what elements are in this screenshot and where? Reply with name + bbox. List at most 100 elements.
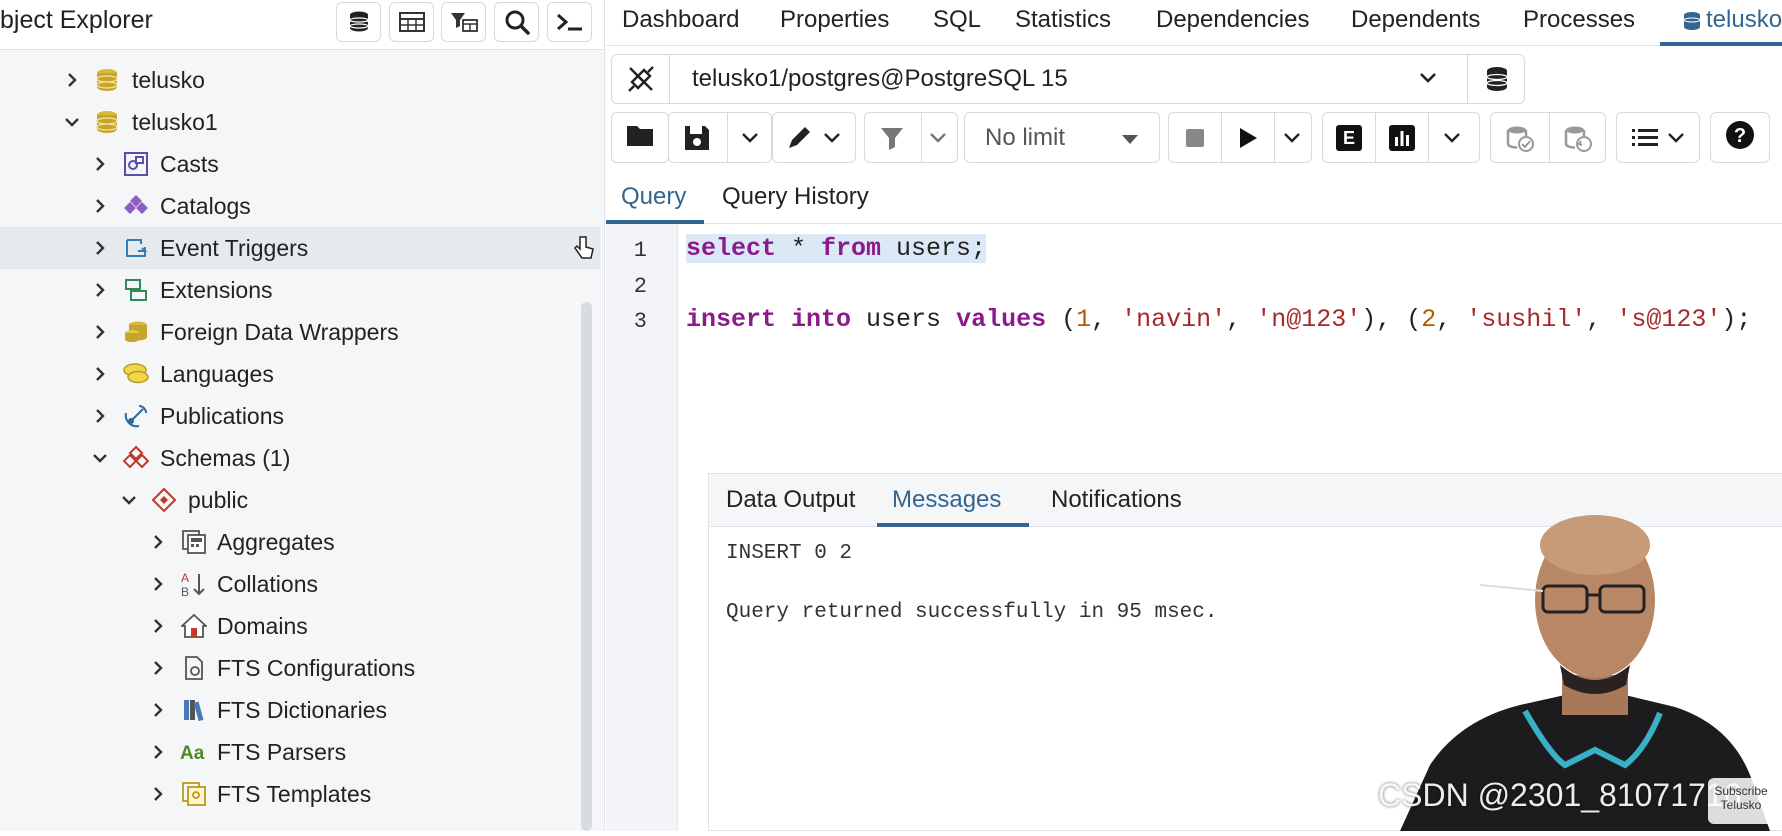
collations-icon: AB [180,570,208,598]
tree-node-casts[interactable]: Casts [0,143,600,185]
tab-sql[interactable]: SQL [933,0,981,44]
chevron-down-icon[interactable] [1667,131,1685,149]
chevron-right-icon[interactable] [64,72,80,88]
row-limit-select[interactable]: No limit [964,112,1160,163]
chevron-right-icon[interactable] [150,618,166,634]
tree-node-public[interactable]: public [0,479,600,521]
chevron-down-icon[interactable] [823,131,841,149]
tab-messages-underline [877,523,1029,527]
chevron-down-icon[interactable] [121,492,137,508]
database-icon[interactable] [336,2,381,42]
help-button[interactable]: ? [1710,112,1770,163]
tree-node-aggregates[interactable]: Aggregates [0,521,600,563]
rollback-icon[interactable] [1549,113,1607,162]
line-number: 2 [633,274,647,299]
subscribe-badge[interactable]: Subscribe Telusko [1708,778,1774,824]
table-icon[interactable] [389,2,434,42]
tree-label: Publications [160,402,285,429]
tree-node-languages[interactable]: Languages [0,353,600,395]
tree-node-extensions[interactable]: Extensions [0,269,600,311]
tab-query[interactable]: Query [621,174,686,220]
macros-button[interactable] [1616,112,1700,163]
chevron-right-icon[interactable] [92,240,108,256]
tab-statistics[interactable]: Statistics [1015,0,1111,44]
stop-icon[interactable] [1169,113,1221,162]
sql-text: ), ( [1361,305,1422,334]
chevron-right-icon[interactable] [92,324,108,340]
tab-processes[interactable]: Processes [1523,0,1635,44]
open-file-button[interactable] [611,112,669,163]
tree-node-telusko1[interactable]: telusko1 [0,101,600,143]
chevron-right-icon[interactable] [150,744,166,760]
object-explorer-header: bject Explorer [0,0,604,50]
explain-icon[interactable]: E [1323,113,1375,162]
chevron-right-icon[interactable] [92,408,108,424]
chevron-right-icon[interactable] [150,576,166,592]
publications-icon [122,402,150,430]
commit-icon[interactable] [1491,113,1549,162]
chevron-right-icon[interactable] [92,156,108,172]
explain-label: E [1336,124,1362,151]
search-icon[interactable] [494,2,539,42]
terminal-icon[interactable] [547,2,592,42]
connection-selector[interactable]: telusko1/postgres@PostgreSQL 15 [611,54,1525,104]
tree-label: Foreign Data Wrappers [160,318,399,345]
tab-query-tool[interactable]: telusko [1660,0,1782,46]
filter-button[interactable] [864,112,958,163]
chevron-right-icon[interactable] [92,366,108,382]
chevron-right-icon[interactable] [92,282,108,298]
tree-label: Event Triggers [160,234,309,261]
edit-button[interactable] [772,112,856,163]
chevron-right-icon[interactable] [150,702,166,718]
chevron-down-icon[interactable] [1443,131,1461,149]
save-file-button[interactable] [668,112,772,163]
chevron-down-icon[interactable] [741,131,759,149]
database-icon [1682,10,1702,37]
tree-scrollbar[interactable] [581,302,592,831]
message-line: Query returned successfully in 95 msec. [726,601,1218,624]
chevron-down-icon[interactable] [1283,131,1301,149]
chevron-right-icon[interactable] [150,660,166,676]
tree-label: Catalogs [160,192,251,219]
tab-notifications[interactable]: Notifications [1051,474,1182,527]
tab-query-history[interactable]: Query History [722,174,869,220]
play-icon[interactable] [1222,113,1274,162]
chevron-right-icon[interactable] [150,786,166,802]
tree-node-event-triggers[interactable]: Event Triggers [0,227,600,269]
chevron-down-icon[interactable] [929,131,947,149]
schemas-icon [122,444,150,472]
tab-messages[interactable]: Messages [892,474,1001,527]
chevron-down-icon[interactable] [64,114,80,130]
tree-node-catalogs[interactable]: Catalogs [0,185,600,227]
tree-node-fts-parsers[interactable]: Aa FTS Parsers [0,731,600,773]
tree-node-collations[interactable]: AB Collations [0,563,600,605]
tree-node-fts-configurations[interactable]: FTS Configurations [0,647,600,689]
explain-analyze-icon[interactable] [1376,113,1428,162]
tree-node-publications[interactable]: Publications [0,395,600,437]
tab-properties[interactable]: Properties [780,0,889,44]
tab-dependents[interactable]: Dependents [1351,0,1480,44]
chevron-down-icon[interactable] [92,450,108,466]
chevron-right-icon[interactable] [92,198,108,214]
filter-table-icon[interactable] [441,2,486,42]
query-tabs: Query Query History [606,174,1782,224]
svg-text:B: B [181,585,189,598]
sql-text: , [1091,305,1122,334]
fts-parsers-icon: Aa [180,738,208,766]
tree-node-domains[interactable]: Domains [0,605,600,647]
event-triggers-icon [122,234,150,262]
sql-text: users [851,305,957,334]
filter-icon [879,125,905,156]
tab-dashboard[interactable]: Dashboard [622,0,739,44]
tab-data-output[interactable]: Data Output [726,474,855,527]
tree-node-foreign-data-wrappers[interactable]: Foreign Data Wrappers [0,311,600,353]
tab-dependencies[interactable]: Dependencies [1156,0,1309,44]
tree-node-schemas[interactable]: Schemas (1) [0,437,600,479]
database-icon[interactable] [1467,55,1525,103]
chevron-down-icon[interactable] [1418,71,1438,90]
chevron-right-icon[interactable] [150,534,166,550]
connection-status-icon[interactable] [612,55,670,103]
tree-node-fts-dictionaries[interactable]: FTS Dictionaries [0,689,600,731]
tree-node-fts-templates[interactable]: FTS Templates [0,773,600,815]
tree-node-telusko[interactable]: telusko [0,59,600,101]
